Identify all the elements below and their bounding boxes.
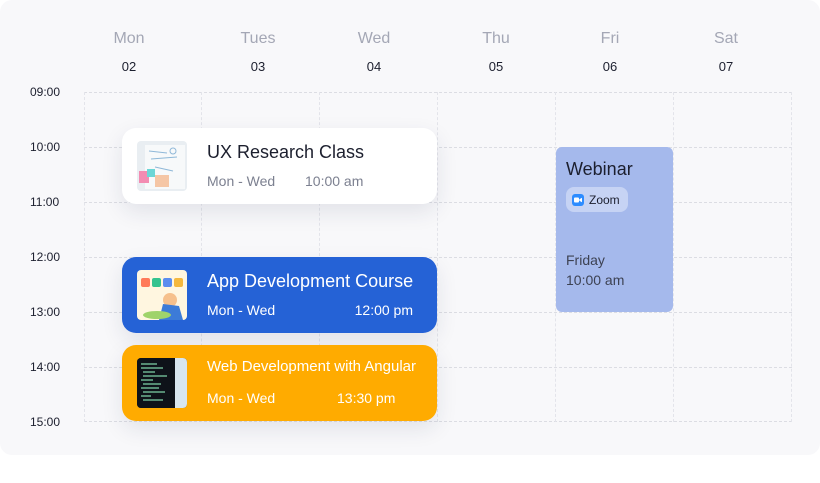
day-header-wed[interactable]: Wed 04 xyxy=(334,30,414,74)
time-label-1400: 14:00 xyxy=(30,360,61,374)
grid-line xyxy=(84,92,792,93)
grid-column-line xyxy=(673,92,674,422)
event-days: Mon - Wed xyxy=(207,390,276,406)
grid-column-line xyxy=(84,92,85,422)
grid-line xyxy=(84,421,792,422)
time-label-1100: 11:00 xyxy=(30,195,60,209)
event-title: UX Research Class xyxy=(207,142,365,162)
day-name: Tues xyxy=(240,30,276,47)
event-days: Mon - Wed xyxy=(207,302,276,318)
event-day: Friday xyxy=(566,252,605,268)
event-time: 10:00 am xyxy=(566,272,625,288)
event-title: Web Development with Angular xyxy=(207,358,417,375)
grid-column-line xyxy=(437,92,438,422)
event-time: 12:00 pm xyxy=(354,302,413,318)
day-number: 06 xyxy=(602,59,618,74)
day-name: Thu xyxy=(482,30,510,47)
event-thumbnail xyxy=(137,358,187,408)
zoom-chip[interactable]: Zoom xyxy=(566,187,628,212)
time-label-1000: 10:00 xyxy=(30,140,61,154)
day-name: Mon xyxy=(113,30,145,47)
time-label-1500: 15:00 xyxy=(30,415,61,429)
day-name: Sat xyxy=(713,30,738,47)
time-label-1200: 12:00 xyxy=(30,250,61,264)
day-header-sat[interactable]: Sat 07 xyxy=(686,30,766,74)
event-thumbnail xyxy=(137,270,187,320)
day-header-fri[interactable]: Fri 06 xyxy=(570,30,650,74)
video-camera-icon xyxy=(572,193,584,206)
event-app-development-course[interactable]: App Development Course Mon - Wed 12:00 p… xyxy=(122,257,437,333)
time-label-1300: 13:00 xyxy=(30,305,61,319)
event-ux-research-class[interactable]: UX Research Class Mon - Wed 10:00 am xyxy=(122,128,437,204)
day-header-tue[interactable]: Tues 03 xyxy=(218,30,298,74)
day-number: 03 xyxy=(250,59,266,74)
event-days: Mon - Wed xyxy=(207,173,276,189)
day-name: Wed xyxy=(357,30,391,47)
event-web-development-angular[interactable]: Web Development with Angular Mon - Wed 1… xyxy=(122,345,437,421)
day-name: Fri xyxy=(600,30,620,47)
event-title: Webinar xyxy=(566,159,633,179)
day-header-thu[interactable]: Thu 05 xyxy=(456,30,536,74)
day-number: 05 xyxy=(488,59,504,74)
event-title: App Development Course xyxy=(207,271,414,291)
time-label-0900: 09:00 xyxy=(30,85,61,99)
event-time: 10:00 am xyxy=(305,173,364,189)
day-number: 02 xyxy=(121,59,137,74)
event-time: 13:30 pm xyxy=(337,390,396,406)
day-number: 07 xyxy=(718,59,734,74)
zoom-label: Zoom xyxy=(589,192,620,207)
day-number: 04 xyxy=(366,59,382,74)
day-header-mon[interactable]: Mon 02 xyxy=(89,30,169,74)
event-webinar[interactable]: Webinar Zoom Friday 10:00 am xyxy=(556,147,673,312)
grid-column-line xyxy=(791,92,792,422)
event-thumbnail xyxy=(137,141,187,191)
